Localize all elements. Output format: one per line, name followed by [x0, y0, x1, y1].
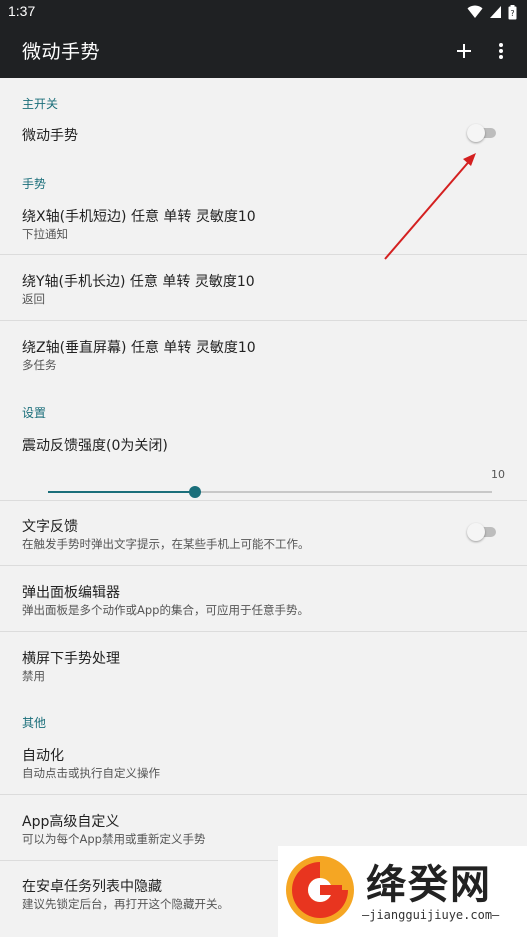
- automation-subtitle: 自动点击或执行自定义操作: [22, 766, 160, 780]
- app-customize-title: App高级自定义: [22, 814, 120, 830]
- wifi-icon: [467, 5, 483, 18]
- divider: [0, 565, 527, 566]
- section-header-gestures: 手势: [22, 177, 47, 191]
- toggle-thumb: [467, 523, 485, 541]
- app-bar: 微动手势: [0, 24, 527, 78]
- section-header-other: 其他: [22, 716, 47, 730]
- status-time: 1:37: [8, 3, 36, 19]
- vibration-slider[interactable]: [48, 486, 492, 498]
- annotation-arrow-icon: [384, 153, 476, 260]
- automation-title: 自动化: [22, 748, 64, 764]
- main-gesture-toggle[interactable]: [467, 124, 497, 142]
- watermark-text: 绛癸网: [366, 862, 492, 908]
- status-icons: ?: [467, 4, 517, 20]
- app-title: 微动手势: [22, 41, 101, 63]
- vibration-title: 震动反馈强度(0为关闭): [22, 438, 168, 454]
- svg-text:?: ?: [510, 9, 514, 18]
- battery-icon: ?: [508, 4, 517, 19]
- vibration-value: 10: [491, 468, 505, 481]
- section-header-settings: 设置: [22, 406, 47, 420]
- text-feedback-toggle[interactable]: [467, 523, 497, 541]
- toggle-thumb: [467, 124, 485, 142]
- text-feedback-title: 文字反馈: [22, 519, 78, 535]
- gesture-x-title: 绕X轴(手机短边) 任意 单转 灵敏度10: [22, 209, 256, 225]
- gesture-y-subtitle: 返回: [22, 292, 45, 306]
- hide-in-recents-title: 在安卓任务列表中隐藏: [22, 879, 162, 895]
- landscape-subtitle: 禁用: [22, 669, 45, 683]
- app-customize-subtitle: 可以为每个App禁用或重新定义手势: [22, 832, 206, 846]
- divider: [0, 631, 527, 632]
- hide-in-recents-subtitle: 建议先锁定后台，再打开这个隐藏开关。: [22, 897, 229, 911]
- watermark-logo-icon: [286, 856, 354, 924]
- add-button[interactable]: [449, 36, 479, 66]
- gesture-z-subtitle: 多任务: [22, 358, 57, 372]
- add-icon: [457, 44, 471, 58]
- divider: [0, 320, 527, 321]
- divider: [0, 794, 527, 795]
- gesture-z-title: 绕Z轴(垂直屏幕) 任意 单转 灵敏度10: [22, 340, 256, 356]
- text-feedback-subtitle: 在触发手势时弹出文字提示，在某些手机上可能不工作。: [22, 537, 310, 551]
- gesture-y-title: 绕Y轴(手机长边) 任意 单转 灵敏度10: [22, 274, 255, 290]
- section-header-main-switch: 主开关: [22, 97, 59, 111]
- landscape-title: 横屏下手势处理: [22, 651, 120, 667]
- more-options-button[interactable]: [486, 36, 516, 66]
- watermark: 绛癸网 —jiangguijiuye.com—: [278, 846, 527, 937]
- slider-thumb[interactable]: [188, 486, 201, 498]
- more-vert-icon: [499, 43, 503, 59]
- gesture-x-subtitle: 下拉通知: [22, 227, 68, 241]
- status-bar: 1:37 ?: [0, 0, 527, 24]
- main-switch-label: 微动手势: [22, 128, 78, 144]
- divider: [0, 500, 527, 501]
- signal-icon: [490, 6, 501, 18]
- watermark-url: —jiangguijiuye.com—: [362, 908, 500, 922]
- popup-editor-subtitle: 弹出面板是多个动作或App的集合，可应用于任意手势。: [22, 603, 309, 617]
- popup-editor-title: 弹出面板编辑器: [22, 585, 120, 601]
- slider-fill: [48, 491, 195, 493]
